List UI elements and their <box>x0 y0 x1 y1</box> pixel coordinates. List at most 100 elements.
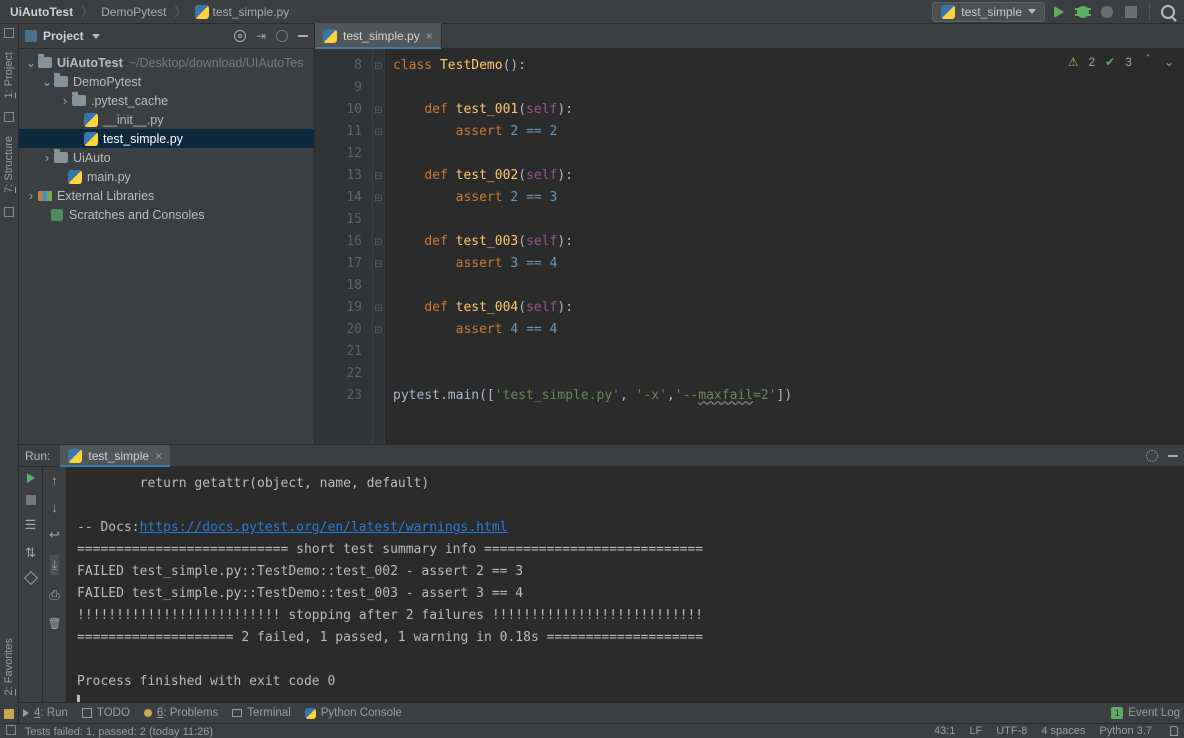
chevron-up-icon[interactable]: ＾ <box>1142 53 1154 70</box>
gear-icon[interactable] <box>1146 450 1158 462</box>
terminal-icon <box>232 709 242 717</box>
coverage-icon <box>1101 6 1113 18</box>
stop-icon[interactable] <box>26 495 36 505</box>
chevron-down-icon[interactable] <box>92 34 100 39</box>
python-icon <box>305 708 316 719</box>
run-tab[interactable]: test_simple × <box>60 445 170 466</box>
up-icon[interactable] <box>51 473 58 488</box>
coverage-button[interactable] <box>1097 2 1117 22</box>
layout-icon[interactable] <box>25 517 37 533</box>
project-icon <box>25 30 37 42</box>
run-button[interactable] <box>1049 2 1069 22</box>
run-toolbar-secondary: ⤓ <box>43 467 67 721</box>
scroll-to-end-icon[interactable]: ⤓ <box>50 555 60 575</box>
breadcrumb-file[interactable]: test_simple.py <box>191 5 294 19</box>
filter-icon[interactable]: ⇅ <box>25 545 36 561</box>
code-text[interactable]: class TestDemo(): def test_001(self): as… <box>385 49 1184 444</box>
down-icon[interactable] <box>51 500 58 515</box>
file-encoding[interactable]: UTF-8 <box>996 725 1027 737</box>
python-file-icon <box>323 29 337 43</box>
tree-file-init[interactable]: __init__.py <box>19 110 314 129</box>
rail-project-tab[interactable]: 1: Project <box>1 42 17 108</box>
project-tool-window: Project ⇥ ⌄ UiAutoTest ~/Desktop/downl <box>19 24 315 444</box>
minimize-icon[interactable] <box>1168 455 1178 457</box>
bottom-tab-problems[interactable]: 6: Problems <box>144 707 218 719</box>
gear-icon[interactable] <box>276 30 288 42</box>
bottom-tab-terminal[interactable]: Terminal <box>232 707 290 719</box>
search-icon <box>1161 5 1175 19</box>
rail-icon[interactable] <box>4 28 14 38</box>
inspection-badges[interactable]: ⚠ 2 ✔ 3 ＾ ⌄ <box>1068 53 1174 70</box>
divider <box>1149 3 1150 21</box>
soft-wrap-icon[interactable] <box>49 527 60 543</box>
editor-tab-test-simple[interactable]: test_simple.py × <box>315 23 442 48</box>
status-message: Tests failed: 1, passed: 2 (today 11:26) <box>25 726 213 738</box>
caret-position[interactable]: 43:1 <box>934 725 955 737</box>
clear-icon[interactable] <box>48 615 62 630</box>
breadcrumb: UiAutoTest 〉 DemoPytest 〉 test_simple.py <box>6 3 293 20</box>
pin-icon[interactable] <box>23 571 37 585</box>
project-title: Project <box>43 29 84 43</box>
lock-icon[interactable] <box>1170 726 1178 736</box>
chevron-right-icon: 〉 <box>81 3 93 20</box>
warning-icon <box>144 709 152 717</box>
tree-label: test_simple.py <box>103 132 183 146</box>
search-everywhere-button[interactable] <box>1158 2 1178 22</box>
breadcrumb-root[interactable]: UiAutoTest <box>6 5 77 19</box>
project-header: Project ⇥ <box>19 24 314 49</box>
tree-scratches[interactable]: Scratches and Consoles <box>19 205 314 224</box>
tree-label: DemoPytest <box>73 75 141 89</box>
rail-icon[interactable] <box>4 709 14 719</box>
run-header: Run: test_simple × <box>19 445 1184 467</box>
run-config-label: test_simple <box>961 5 1022 19</box>
python-interpreter[interactable]: Python 3.7 <box>1099 725 1152 737</box>
tree-file-main[interactable]: main.py <box>19 167 314 186</box>
chevron-right-icon: 〉 <box>174 3 186 20</box>
debug-button[interactable] <box>1073 2 1093 22</box>
notification-badge: 1 <box>1111 707 1123 719</box>
line-separator[interactable]: LF <box>969 725 982 737</box>
tree-file-test-simple[interactable]: test_simple.py <box>19 129 314 148</box>
run-toolbar-primary: ⇅ <box>19 467 43 721</box>
docs-link[interactable]: https://docs.pytest.org/en/latest/warnin… <box>140 520 508 535</box>
breadcrumb-module[interactable]: DemoPytest <box>97 5 170 19</box>
collapse-all-icon[interactable]: ⇥ <box>256 30 266 42</box>
chevron-down-icon[interactable]: ⌄ <box>1164 55 1174 69</box>
bottom-tab-python-console[interactable]: Python Console <box>305 707 402 719</box>
tree-label: UiAuto <box>73 151 111 165</box>
code-area[interactable]: ⚠ 2 ✔ 3 ＾ ⌄ 89 1011 1213 1415 1617 1819 <box>315 49 1184 444</box>
play-icon <box>1054 6 1064 18</box>
stop-button[interactable] <box>1121 2 1141 22</box>
close-icon[interactable]: × <box>426 29 433 43</box>
rail-favorites-tab[interactable]: 2: Favorites <box>1 628 17 705</box>
stop-icon <box>1125 6 1137 18</box>
tree-label: __init__.py <box>103 113 163 127</box>
bottom-tab-run[interactable]: 4: Run <box>23 707 68 719</box>
indent-setting[interactable]: 4 spaces <box>1041 725 1085 737</box>
rail-icon[interactable] <box>4 207 14 217</box>
tree-label: .pytest_cache <box>91 94 168 108</box>
bottom-tab-event-log[interactable]: 1Event Log <box>1111 707 1180 719</box>
print-icon[interactable] <box>49 587 59 603</box>
python-file-icon <box>68 449 82 463</box>
console-output[interactable]: return getattr(object, name, default) --… <box>67 467 1184 721</box>
bottom-tab-todo[interactable]: TODO <box>82 707 130 719</box>
rerun-icon[interactable] <box>27 473 35 483</box>
minimize-icon[interactable] <box>298 35 308 37</box>
tree-root[interactable]: ⌄ UiAutoTest ~/Desktop/download/UIAutoTe… <box>19 53 314 72</box>
close-icon[interactable]: × <box>155 449 162 463</box>
tree-dir-cache[interactable]: › .pytest_cache <box>19 91 314 110</box>
tree-dir-demopytest[interactable]: ⌄ DemoPytest <box>19 72 314 91</box>
list-icon <box>82 708 92 718</box>
fold-column[interactable]: ⊟⊟⊟ ⊟⊟⊟⊟ ⊟⊟ <box>373 49 385 444</box>
rail-icon[interactable] <box>4 112 14 122</box>
rail-structure-tab[interactable]: 7: Structure <box>1 126 17 203</box>
editor-tab-label: test_simple.py <box>343 29 420 43</box>
python-file-icon <box>195 5 209 19</box>
tree-root-path: ~/Desktop/download/UIAutoTes <box>129 56 304 70</box>
bottom-tool-tabs: 4: Run TODO 6: Problems Terminal Python … <box>19 702 1184 723</box>
tree-dir-uiauto[interactable]: › UiAuto <box>19 148 314 167</box>
run-configuration-selector[interactable]: test_simple <box>932 2 1045 22</box>
tree-external-libs[interactable]: › External Libraries <box>19 186 314 205</box>
locate-icon[interactable] <box>234 30 246 42</box>
